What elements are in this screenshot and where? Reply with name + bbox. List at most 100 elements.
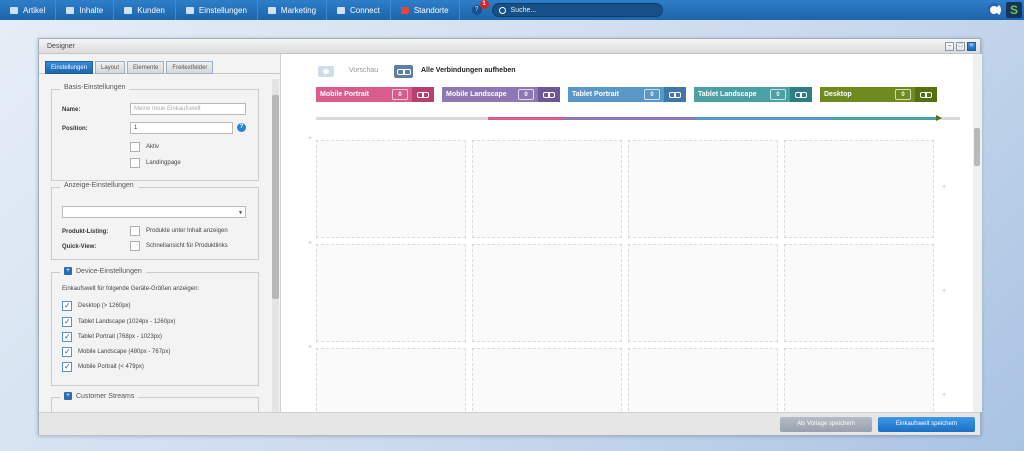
nav-label: Einstellungen	[198, 5, 247, 15]
nav-label: Connect	[350, 5, 380, 15]
unlink-all-button[interactable]	[394, 65, 413, 78]
logo: S	[1006, 2, 1022, 18]
link-icon[interactable]	[790, 87, 812, 102]
nav-standorte[interactable]: Standorte	[391, 0, 460, 20]
tablet-landscape-label: Tablet Landscape (1024px - 1260px)	[78, 319, 176, 325]
mobile-portrait-label: Mobile Portrait (< 479px)	[78, 364, 144, 370]
link-icon[interactable]	[412, 87, 434, 102]
nav-einstellungen[interactable]: Einstellungen	[176, 0, 258, 20]
desktop-checkbox[interactable]	[62, 301, 72, 311]
link-icon[interactable]	[664, 87, 686, 102]
viewport-desktop[interactable]: Desktop 0	[820, 87, 937, 102]
grid-cell[interactable]	[784, 244, 934, 342]
inhalte-icon	[66, 6, 75, 14]
marketing-icon	[267, 6, 276, 14]
tablet-portrait-label: Tablet Portrait (768px - 1023px)	[78, 334, 163, 340]
aktiv-label: Aktiv	[146, 144, 160, 150]
top-navigation: Artikel Inhalte Kunden Einstellungen Mar…	[0, 0, 1024, 20]
listing-checkbox[interactable]	[130, 226, 140, 236]
quickview-checkbox[interactable]	[130, 241, 140, 251]
tab-freitextfelder[interactable]: Freitextfelder	[166, 61, 214, 74]
standorte-icon	[400, 6, 409, 14]
save-einkaufswelt-button[interactable]: Einkaufswelt speichern	[878, 417, 975, 432]
grid-cell[interactable]	[784, 140, 934, 238]
grid-cell[interactable]	[316, 140, 466, 238]
tab-einstellungen[interactable]: Einstellungen	[45, 61, 94, 74]
nav-kunden[interactable]: Kunden	[114, 0, 176, 20]
add-column-icon[interactable]: +	[942, 392, 946, 399]
tablet-portrait-checkbox[interactable]	[62, 332, 72, 342]
help-icon[interactable]: ?	[237, 123, 246, 132]
canvas-scrollbar[interactable]	[973, 54, 982, 412]
mobile-landscape-checkbox[interactable]	[62, 347, 72, 357]
chevron-down-icon: ▼	[238, 210, 243, 216]
add-row-icon[interactable]: +	[308, 344, 312, 351]
anzeige-legend: Anzeige-Einstellungen	[60, 182, 138, 189]
unlink-all-label[interactable]: Alle Verbindungen aufheben	[421, 67, 516, 74]
quickview-text: Schnellansicht für Produktlinks	[146, 243, 228, 249]
tab-elemente[interactable]: Elemente	[127, 61, 165, 74]
grid-cell[interactable]	[784, 348, 934, 412]
nav-artikel[interactable]: Artikel	[0, 0, 57, 20]
add-column-icon[interactable]: +	[942, 184, 946, 191]
grid-cell[interactable]	[472, 140, 622, 238]
device-legend[interactable]: + Device-Einstellungen	[60, 267, 146, 275]
link-icon[interactable]	[538, 87, 560, 102]
viewport-count: 0	[895, 89, 911, 100]
close-icon[interactable]: ×	[967, 42, 976, 51]
add-row-icon[interactable]: +	[308, 240, 312, 247]
ruler-arrow-icon	[936, 115, 942, 121]
tablet-landscape-checkbox[interactable]	[62, 317, 72, 327]
help-button[interactable]: ? 1	[471, 0, 489, 15]
viewport-mobile-landscape[interactable]: Mobile Landscape 0	[442, 87, 560, 102]
viewport-mobile-portrait[interactable]: Mobile Portrait 0	[316, 87, 434, 102]
add-row-icon[interactable]: +	[308, 135, 312, 142]
minimize-icon[interactable]: –	[945, 42, 954, 51]
search-input[interactable]: Suche...	[491, 3, 663, 17]
add-column-icon[interactable]: +	[942, 288, 946, 295]
grid-cell[interactable]	[628, 244, 778, 342]
streams-legend[interactable]: + Customer Streams	[60, 392, 139, 400]
left-scrollbar[interactable]	[272, 79, 279, 412]
mobile-landscape-label: Mobile Landscape (480px - 767px)	[78, 349, 171, 355]
grid-cell[interactable]	[316, 348, 466, 412]
aktiv-checkbox[interactable]	[130, 142, 140, 152]
search-icon	[498, 6, 506, 14]
tab-layout[interactable]: Layout	[95, 61, 126, 74]
grid-cell[interactable]	[472, 244, 622, 342]
save-as-template-button[interactable]: Als Vorlage speichern	[780, 417, 872, 432]
anzeige-fieldset: Anzeige-Einstellungen ▼ Produkt-Listing:…	[51, 182, 259, 260]
landingpage-checkbox[interactable]	[130, 158, 140, 168]
nav-label: Artikel	[23, 5, 46, 15]
device-intro: Einkaufswelt für folgende Geräte-Größen …	[62, 286, 200, 292]
grid-cell[interactable]	[316, 244, 466, 342]
scrollbar-thumb[interactable]	[974, 128, 980, 166]
viewport-tablet-portrait[interactable]: Tablet Portrait 0	[568, 87, 686, 102]
scrollbar-thumb[interactable]	[272, 95, 279, 299]
ruler-segment-tablet-portrait	[564, 117, 696, 120]
nav-label: Standorte	[413, 5, 449, 15]
nav-connect[interactable]: Connect	[327, 0, 391, 20]
refresh-icon[interactable]	[987, 3, 1001, 17]
position-stepper[interactable]: 1	[130, 122, 233, 134]
nav-marketing[interactable]: Marketing	[258, 0, 328, 20]
viewport-count: 0	[518, 89, 534, 100]
grid-cell[interactable]	[472, 348, 622, 412]
mobile-portrait-checkbox[interactable]	[62, 362, 72, 372]
grid-cell[interactable]	[628, 140, 778, 238]
eye-icon[interactable]	[318, 66, 334, 77]
nav-inhalte[interactable]: Inhalte	[56, 0, 115, 20]
anzeige-select[interactable]	[62, 206, 246, 218]
preview-label[interactable]: Vorschau	[349, 67, 378, 74]
window-titlebar: Designer – □ ×	[39, 39, 980, 54]
viewport-tablet-landscape[interactable]: Tablet Landscape 0	[694, 87, 812, 102]
connect-icon	[337, 6, 346, 14]
viewport-name: Tablet Landscape	[698, 91, 757, 98]
name-input[interactable]: Meine neue Einkaufswelt	[130, 103, 246, 115]
ruler-segment-tablet-landscape	[696, 117, 832, 120]
streams-legend-text: Customer Streams	[76, 392, 135, 400]
position-label: Position:	[62, 126, 88, 132]
link-icon[interactable]	[915, 87, 937, 102]
maximize-icon[interactable]: □	[956, 42, 965, 51]
grid-cell[interactable]	[628, 348, 778, 412]
